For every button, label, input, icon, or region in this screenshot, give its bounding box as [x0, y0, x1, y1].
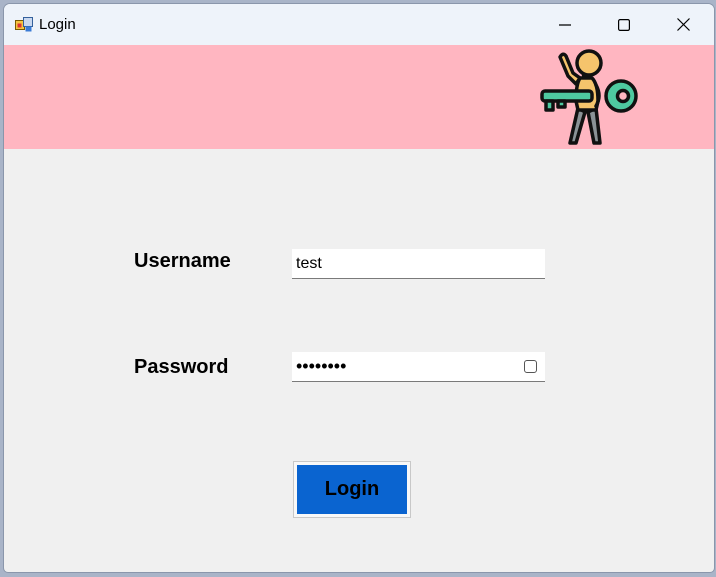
password-field-container	[292, 352, 545, 382]
header-banner	[4, 45, 714, 149]
maximize-icon	[618, 18, 630, 31]
login-window: Login Username test Password Login	[4, 4, 714, 572]
reveal-password-checkbox[interactable]	[524, 360, 537, 373]
window-title: Login	[39, 16, 76, 33]
close-button[interactable]	[654, 4, 712, 45]
login-button-frame: Login	[293, 461, 411, 518]
username-label: Username	[134, 250, 231, 272]
minimize-button[interactable]	[536, 4, 594, 45]
minimize-icon	[559, 23, 571, 26]
password-input[interactable]	[292, 352, 515, 381]
title-bar: Login	[4, 4, 714, 45]
app-icon	[15, 17, 33, 33]
username-input[interactable]	[292, 249, 515, 278]
login-button[interactable]: Login	[297, 465, 407, 514]
close-icon	[676, 18, 690, 31]
person-with-key-icon	[540, 49, 638, 145]
username-field-container	[292, 249, 545, 279]
maximize-button[interactable]	[595, 4, 653, 45]
password-label: Password	[134, 356, 229, 378]
